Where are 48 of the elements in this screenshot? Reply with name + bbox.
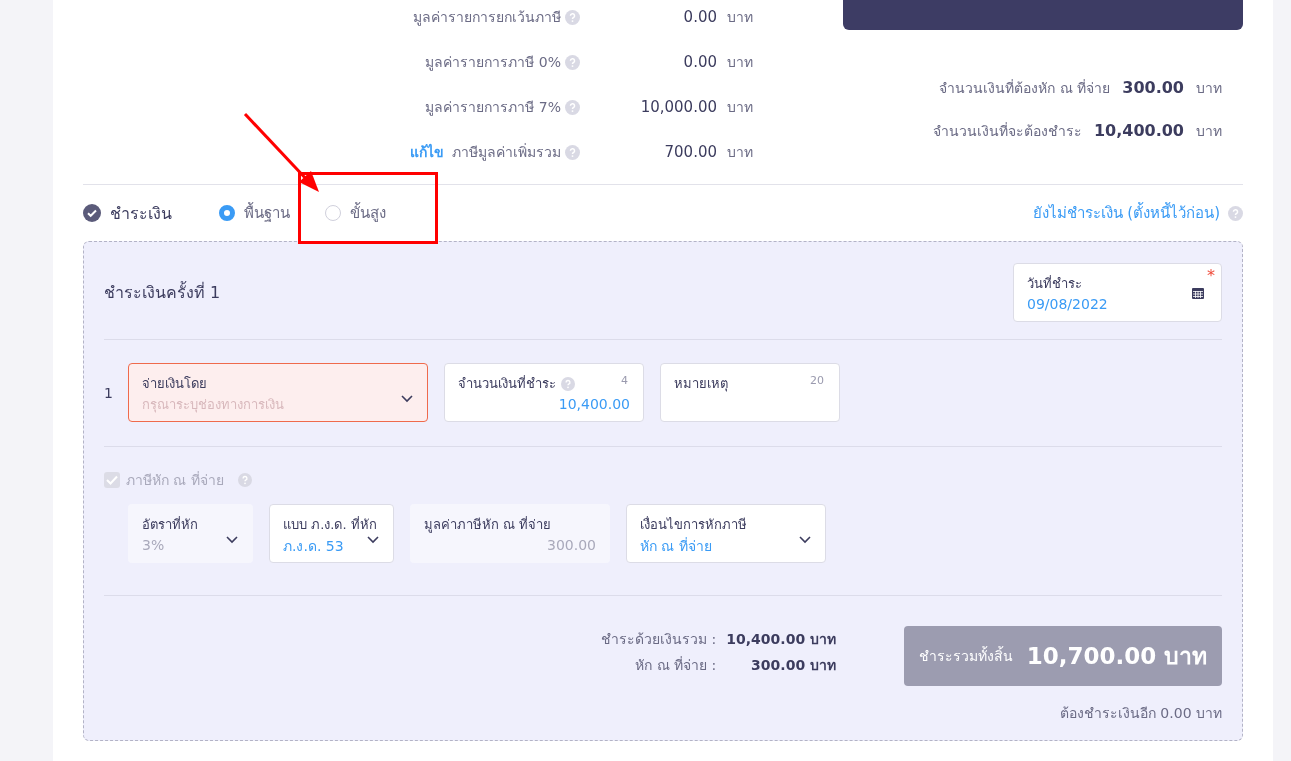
help-icon bbox=[565, 99, 580, 115]
required-mark: * bbox=[1207, 266, 1215, 285]
date-field[interactable]: * วันที่ชำระ 09/08/2022 bbox=[1013, 263, 1222, 322]
summary-label: มูลค่ารายการยกเว้นภาษี bbox=[413, 8, 561, 28]
chevron-down-icon bbox=[401, 395, 413, 403]
due-label: จำนวนเงินที่จะต้องชำระ bbox=[932, 121, 1082, 141]
currency-unit: บาท bbox=[727, 8, 754, 27]
due-label: จำนวนเงินที่ต้องหัก ณ ที่จ่าย bbox=[939, 78, 1111, 98]
summary-amount: 700.00 bbox=[663, 143, 717, 161]
total-label: หัก ณ ที่จ่าย : bbox=[634, 655, 717, 675]
summary-label: มูลค่ารายการภาษี 7% bbox=[425, 98, 561, 118]
currency-unit: บาท bbox=[1196, 122, 1222, 141]
total-value: 10,400.00 บาท bbox=[726, 630, 836, 649]
summary-label: มูลค่ารายการภาษี 0% bbox=[425, 53, 561, 73]
help-icon bbox=[565, 144, 580, 160]
amount-field[interactable]: จำนวนเงินที่ชำระ 4 10,400.00 bbox=[444, 363, 644, 422]
note-field[interactable]: หมายเหตุ 20 bbox=[660, 363, 840, 422]
summary-label: ภาษีมูลค่าเพิ่มรวม bbox=[452, 142, 561, 163]
currency-unit: บาท bbox=[727, 143, 754, 162]
remaining-text: ต้องชำระเงินอีก 0.00 บาท bbox=[1059, 704, 1222, 723]
help-icon bbox=[565, 9, 580, 25]
mode-radio[interactable]: พื้นฐาน bbox=[219, 201, 290, 225]
chevron-down-icon bbox=[226, 536, 238, 544]
summary-amount: 10,000.00 bbox=[639, 98, 717, 116]
summary-amount: 0.00 bbox=[682, 8, 717, 26]
grand-total-label: ชำระรวมทั้งสิ้น bbox=[918, 645, 1013, 666]
help-icon bbox=[565, 54, 580, 70]
due-amount: 10,400.00 bbox=[1093, 121, 1184, 140]
mode-radio[interactable]: ขั้นสูง bbox=[325, 201, 386, 225]
grand-total-value: 10,700.00 บาท bbox=[1026, 642, 1208, 671]
total-value: 300.00 บาท bbox=[750, 656, 836, 675]
summary-amount: 0.00 bbox=[682, 53, 717, 71]
currency-unit: บาท bbox=[727, 98, 754, 117]
check-circle-icon[interactable] bbox=[83, 204, 101, 222]
help-icon bbox=[237, 473, 252, 487]
line-number: 1 bbox=[104, 384, 112, 401]
total-label: ชำระด้วยเงินรวม : bbox=[601, 630, 717, 649]
chevron-down-icon bbox=[367, 536, 379, 544]
chevron-down-icon bbox=[799, 536, 811, 544]
help-icon bbox=[1228, 205, 1243, 221]
checkbox-label: ภาษีหัก ณ ที่จ่าย bbox=[126, 470, 224, 490]
installment-title: ชำระเงินครั้งที่ 1 bbox=[104, 280, 221, 304]
calendar-icon bbox=[1192, 287, 1204, 299]
currency-unit: บาท bbox=[1196, 79, 1222, 98]
section-title: ชำระเงิน bbox=[110, 202, 172, 225]
currency-unit: บาท bbox=[727, 53, 754, 72]
help-icon bbox=[561, 376, 575, 391]
due-amount: 300.00 bbox=[1122, 78, 1184, 97]
